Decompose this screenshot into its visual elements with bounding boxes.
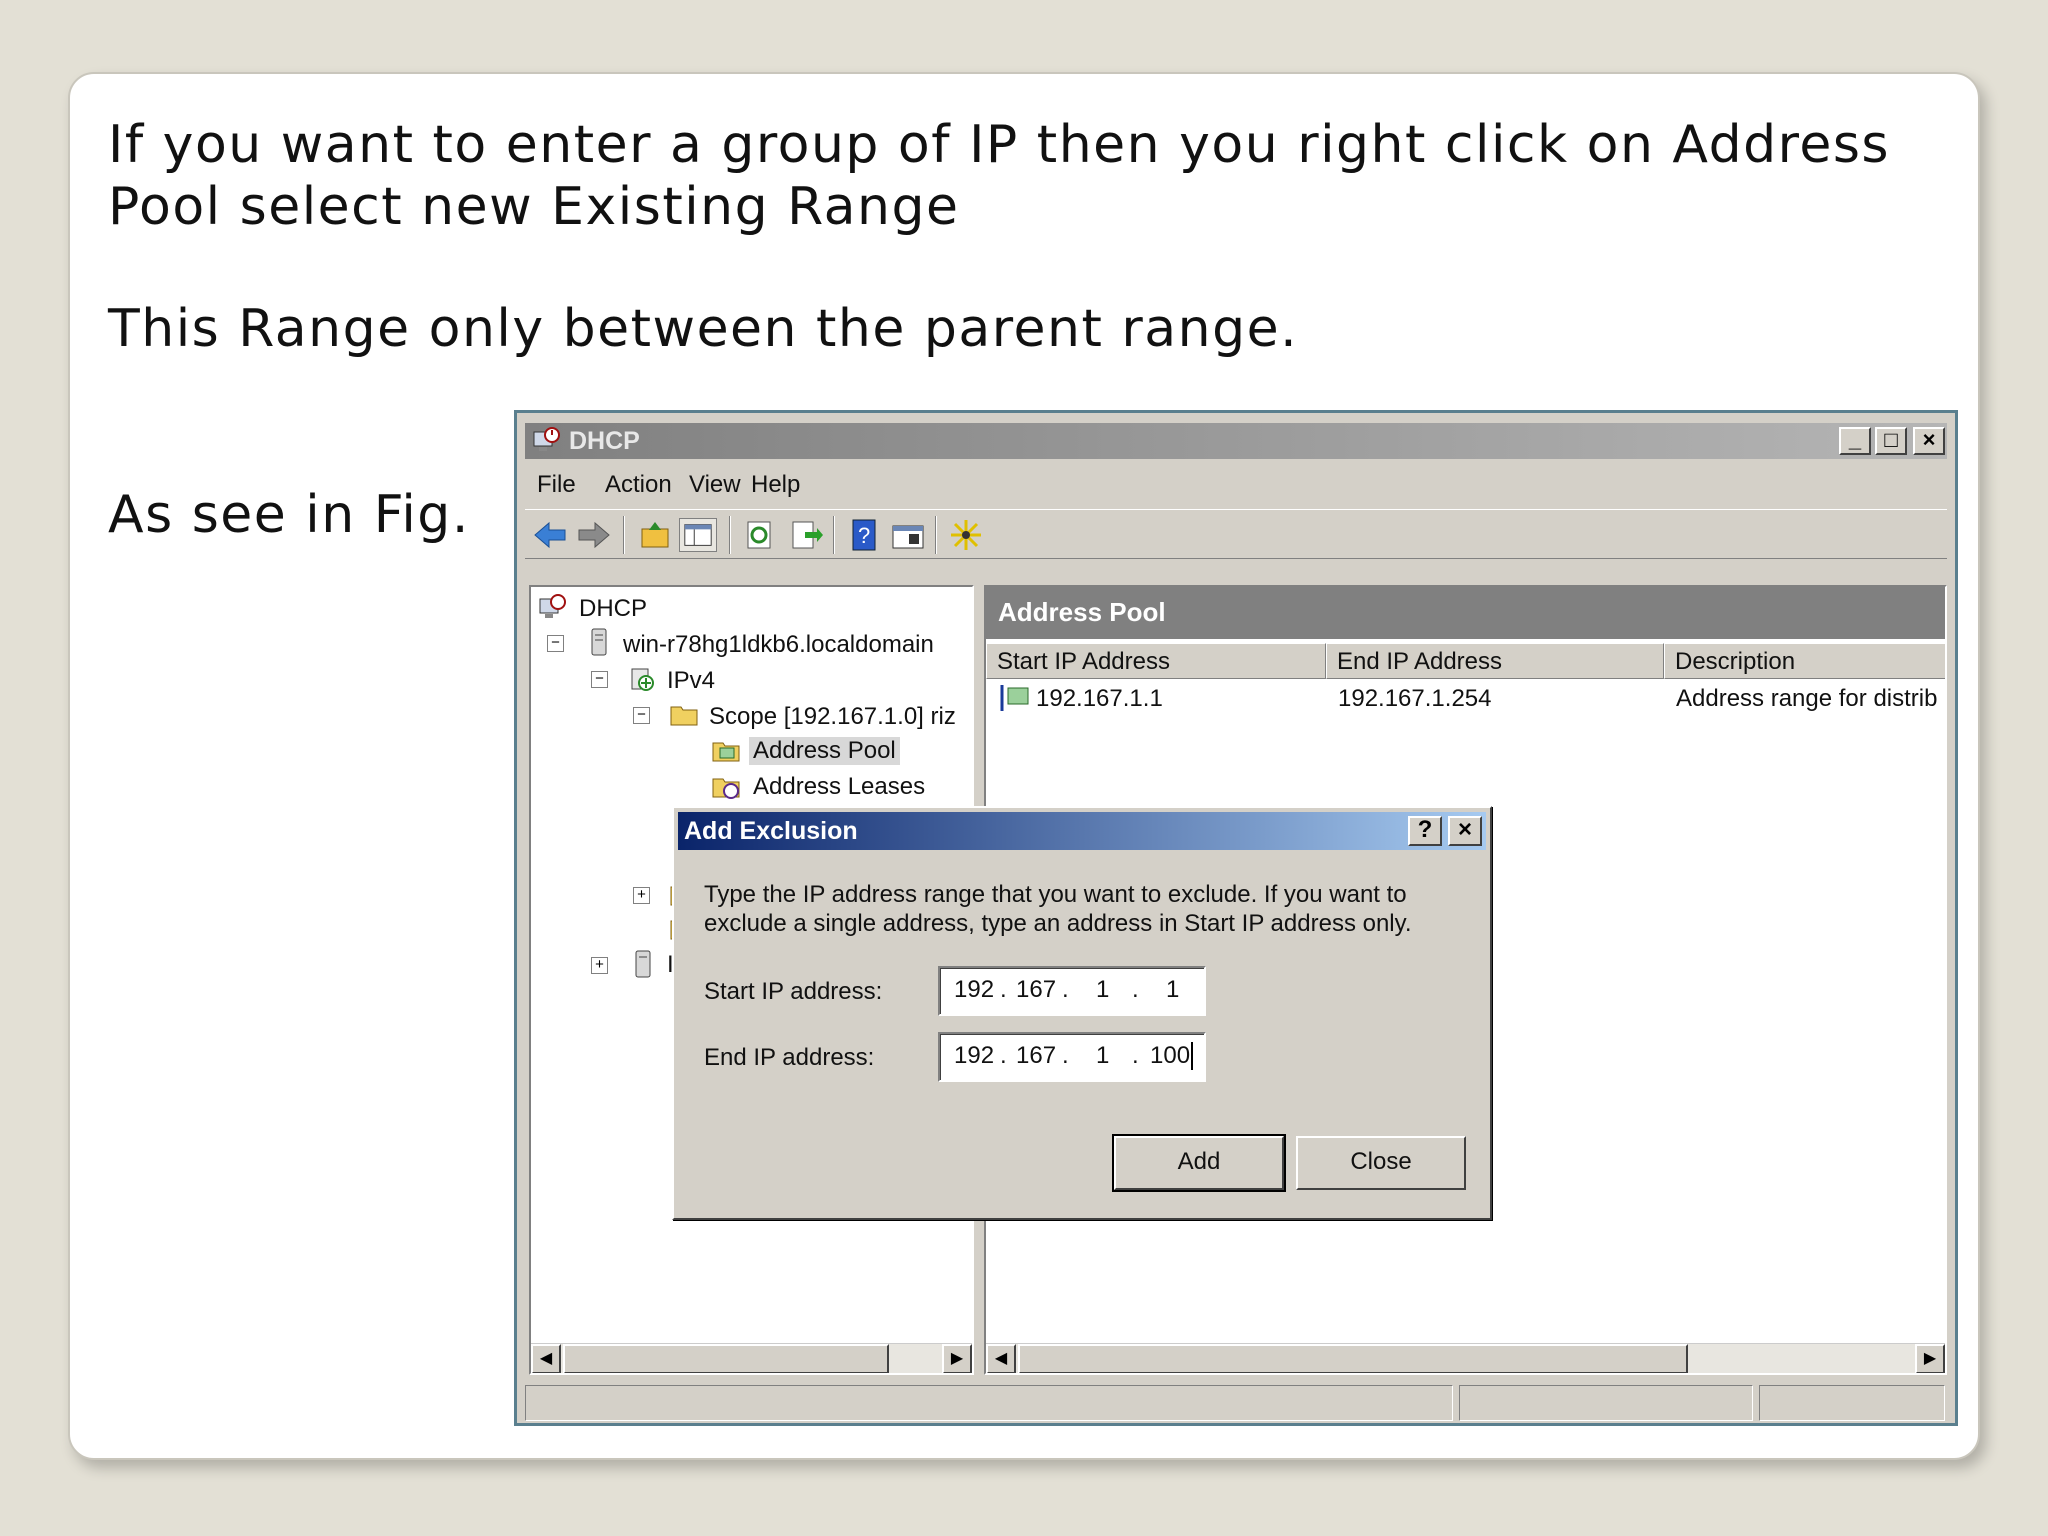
toolbar-separator: [623, 516, 625, 554]
close-button[interactable]: Close: [1296, 1136, 1466, 1190]
tree-node-dhcp[interactable]: DHCP: [579, 595, 647, 623]
up-folder-icon[interactable]: [637, 518, 675, 552]
toolbar-separator: [833, 516, 835, 554]
show-hide-tree-icon[interactable]: [679, 518, 717, 552]
statusbar: [525, 1381, 1947, 1423]
expand-toggle[interactable]: +: [591, 957, 608, 974]
scroll-right-button[interactable]: ▶: [942, 1344, 972, 1373]
pane-horizontal-scrollbar[interactable]: ◀ ▶: [986, 1343, 1945, 1373]
help-icon[interactable]: ?: [845, 518, 883, 552]
ip-octet[interactable]: 167: [1016, 976, 1056, 1004]
ip-dot: .: [1062, 976, 1069, 1003]
address-range-icon: [1000, 685, 1029, 711]
scroll-left-button[interactable]: ◀: [986, 1344, 1016, 1373]
server-icon: [591, 628, 607, 656]
add-button[interactable]: Add: [1114, 1136, 1284, 1190]
menu-help[interactable]: Help: [751, 471, 800, 499]
collapse-toggle[interactable]: −: [591, 671, 608, 688]
slide-text-line3: As see in Fig.: [108, 485, 470, 545]
column-header-label: Description: [1675, 648, 1796, 675]
minimize-button[interactable]: _: [1839, 427, 1871, 455]
table-cell-end-ip[interactable]: 192.167.1.254: [1338, 685, 1491, 713]
table-cell-start-ip[interactable]: 192.167.1.1: [1036, 685, 1163, 713]
tree-node-address-pool[interactable]: Address Pool: [749, 737, 900, 765]
star-action-icon[interactable]: [947, 518, 985, 552]
toolbar-separator: [935, 516, 937, 554]
ipv4-icon: [631, 668, 654, 691]
end-ip-field[interactable]: 192 . 167 . 1 . 100: [938, 1032, 1206, 1082]
tree-node-server[interactable]: win-r78hg1ldkb6.localdomain: [623, 631, 934, 659]
start-ip-label: Start IP address:: [704, 978, 883, 1005]
back-arrow-icon[interactable]: [531, 518, 569, 552]
maximize-button[interactable]: □: [1875, 427, 1907, 455]
tree-node-address-leases[interactable]: Address Leases: [753, 773, 925, 801]
dialog-title: Add Exclusion: [684, 817, 858, 845]
address-leases-icon: [712, 778, 740, 799]
ip-octet[interactable]: 1: [1166, 976, 1179, 1004]
column-header-label: End IP Address: [1337, 648, 1502, 675]
ip-dot: .: [1000, 976, 1007, 1003]
column-header-start-ip[interactable]: Start IP Address: [986, 643, 1326, 679]
folder-icon: [670, 706, 698, 726]
scroll-left-button[interactable]: ◀: [531, 1344, 561, 1373]
status-cell: [1459, 1385, 1753, 1421]
status-cell: [525, 1385, 1453, 1421]
properties-window-icon[interactable]: [889, 518, 927, 552]
dialog-close-button[interactable]: ×: [1448, 816, 1482, 846]
collapse-toggle[interactable]: −: [633, 707, 650, 724]
start-ip-field[interactable]: 192 . 167 . 1 . 1: [938, 966, 1206, 1016]
ip-dot: .: [1132, 1042, 1139, 1069]
collapse-toggle[interactable]: −: [547, 635, 564, 652]
ip-dot: .: [1000, 1042, 1007, 1069]
dialog-help-button[interactable]: ?: [1408, 816, 1442, 846]
ip-octet[interactable]: 1: [1096, 976, 1109, 1004]
pane-title: Address Pool: [998, 597, 1166, 627]
tree-node-ipv4[interactable]: IPv4: [667, 667, 715, 695]
ip-octet[interactable]: 167: [1016, 1042, 1056, 1070]
ip-octet[interactable]: 1: [1096, 1042, 1109, 1070]
dialog-titlebar[interactable]: Add Exclusion ? ×: [678, 812, 1486, 850]
ip-octet[interactable]: 192: [954, 976, 994, 1004]
column-header-end-ip[interactable]: End IP Address: [1326, 643, 1664, 679]
server-icon: [635, 950, 651, 978]
toolbar-separator: [729, 516, 731, 554]
ip-dot: .: [1132, 976, 1139, 1003]
column-header-label: Start IP Address: [997, 648, 1170, 675]
menu-action[interactable]: Action: [605, 471, 672, 499]
menubar: File Action View Help: [525, 463, 1947, 503]
scroll-thumb[interactable]: [1018, 1344, 1688, 1373]
ip-octet[interactable]: 192: [954, 1042, 994, 1070]
end-ip-label: End IP address:: [704, 1044, 875, 1071]
table-cell-description[interactable]: Address range for distrib: [1676, 685, 1937, 713]
dhcp-icon: [533, 427, 560, 451]
dhcp-icon: [539, 594, 566, 618]
tree-horizontal-scrollbar[interactable]: ◀ ▶: [531, 1343, 972, 1373]
forward-arrow-icon[interactable]: [575, 518, 613, 552]
ip-dot: .: [1062, 1042, 1069, 1069]
close-window-button[interactable]: ×: [1913, 427, 1945, 455]
status-cell: [1759, 1385, 1945, 1421]
refresh-icon[interactable]: [741, 518, 779, 552]
menu-view[interactable]: View: [689, 471, 741, 499]
export-list-icon[interactable]: [787, 518, 825, 552]
dialog-description: Type the IP address range that you want …: [704, 881, 1412, 937]
toolbar: ?: [525, 509, 1947, 559]
slide-text-line1: If you want to enter a group of IP then …: [108, 115, 1891, 237]
address-pool-icon: [712, 742, 740, 762]
window-titlebar[interactable]: DHCP _ □ ×: [525, 423, 1947, 459]
tree-node-scope[interactable]: Scope [192.167.1.0] riz: [709, 703, 956, 731]
pane-header: Address Pool: [986, 587, 1945, 639]
scroll-thumb[interactable]: [563, 1344, 889, 1373]
window-title: DHCP: [569, 427, 640, 455]
scroll-right-button[interactable]: ▶: [1915, 1344, 1945, 1373]
expand-toggle[interactable]: +: [633, 887, 650, 904]
ip-octet[interactable]: 100: [1150, 1042, 1194, 1070]
svg-text:?: ?: [858, 523, 870, 548]
menu-file[interactable]: File: [537, 471, 576, 499]
add-exclusion-dialog: Add Exclusion ? × Type the IP address ra…: [672, 806, 1492, 1220]
slide-text-line2: This Range only between the parent range…: [108, 299, 1299, 359]
column-header-description[interactable]: Description: [1664, 643, 1945, 679]
